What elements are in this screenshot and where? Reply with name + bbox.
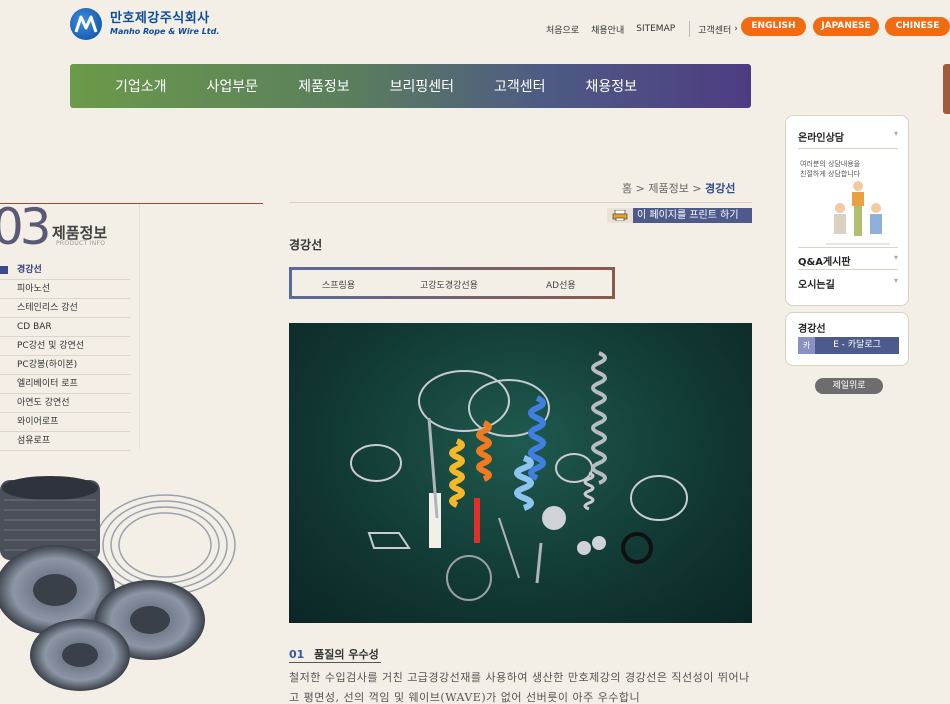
side-item-pc-bar[interactable]: PC강봉(하이본) [0,356,130,375]
qa-board-label: Q&A게시판 [798,257,851,268]
company-name-ko: 만호제강주식회사 [110,11,210,26]
chinese-button[interactable]: CHINESE [885,17,950,36]
print-button[interactable]: 이 페이지를 프린트 하기 [607,208,752,223]
product-tabs: 스프링용 고강도경강선용 AD선용 [289,267,615,299]
company-logo[interactable]: 만호제강주식회사 Manho Rope & Wire Ltd. [70,8,219,40]
catalog-title: 경강선 [798,324,826,335]
customer-center-link[interactable]: 고객센터 [698,23,731,36]
consult-desc-line1: 여러분의 상담내용을 [800,160,861,168]
online-consult-label: 온라인상담 [798,133,844,144]
side-item-piano-wire[interactable]: 피아노선 [0,280,130,299]
back-to-top-button[interactable]: 제일위로 [815,378,883,394]
catalog-widget: 경강선 카 E - 카달로그 [785,312,909,366]
catalog-icon: 카 [798,337,815,354]
divider [798,148,898,149]
consult-description: 여러분의 상담내용을 친절하게 상담합니다 [800,159,860,179]
breadcrumb-sep: > [692,182,702,195]
qa-board-link[interactable]: Q&A게시판 ▾ [798,253,898,268]
print-label: 이 페이지를 프린트 하기 [637,210,739,221]
sitemap-link[interactable]: SITEMAP [636,24,675,34]
tab-ad-wire[interactable]: AD선용 [546,278,576,291]
breadcrumb-home[interactable]: 홈 [622,182,632,195]
side-item-stainless-wire[interactable]: 스테인리스 강선 [0,299,130,318]
main-nav: 기업소개 사업부문 제품정보 브리핑센터 고객센터 채용정보 [70,64,751,108]
divider [798,247,898,248]
directions-link[interactable]: 오시는길 ▾ [798,276,898,291]
nav-company[interactable]: 기업소개 [115,76,167,96]
side-item-elevator-rope[interactable]: 엘리베이터 로프 [0,375,130,394]
nav-customer[interactable]: 고객센터 [494,76,546,96]
point-underline [289,662,381,663]
e-catalog-label: E - 카달로그 [833,340,881,350]
divider [798,269,898,270]
breadcrumb-rule [289,202,752,203]
page-title: 경강선 [289,238,323,252]
point-paragraph: 철저한 수입검사를 거친 고급경강선재를 사용하여 생산한 만호제강의 경강선은… [289,671,750,704]
nav-products[interactable]: 제품정보 [298,76,350,96]
online-consult-link[interactable]: 온라인상담 ▾ [798,129,898,144]
side-menu: 경강선 피아노선 스테인리스 강선 CD BAR PC강선 및 강연선 PC강봉… [0,261,130,451]
english-button[interactable]: ENGLISH [741,17,806,36]
consult-widget: 온라인상담 ▾ 여러분의 상담내용을 친절하게 상담합니다 Q&A게시판 ▾ 오… [785,115,909,306]
wire-coil-image [0,476,236,691]
sidebar-divider [139,204,140,449]
top-links: 처음으로 채용안내 SITEMAP 고객센터 › [546,21,738,37]
side-item-wire-rope[interactable]: 와이어로프 [0,413,130,432]
chevron-down-icon: ▾ [893,253,898,262]
side-item-galvanized-strand[interactable]: 아연도 강연선 [0,394,130,413]
printer-icon [607,208,633,223]
e-catalog-button[interactable]: 카 E - 카달로그 [798,337,899,354]
company-name-en: Manho Rope & Wire Ltd. [110,27,220,36]
product-photo [289,323,752,623]
nav-briefing[interactable]: 브리핑센터 [390,76,454,96]
nav-business[interactable]: 사업부문 [207,76,259,96]
tab-spring[interactable]: 스프링용 [322,278,355,291]
breadcrumb: 홈 > 제품정보 > 경강선 [622,180,735,196]
chevron-down-icon: ▾ [893,276,898,285]
tab-high-strength[interactable]: 고강도경강선용 [420,278,478,291]
nav-recruit[interactable]: 채용정보 [586,76,638,96]
breadcrumb-parent[interactable]: 제품정보 [648,182,688,195]
chevron-right-icon: › [734,24,738,34]
side-item-pc-wire-strand[interactable]: PC강선 및 강연선 [0,337,130,356]
point-number: 01 [289,648,305,661]
logo-mark-icon [70,8,102,40]
recruit-link[interactable]: 채용안내 [591,23,624,36]
japanese-button[interactable]: JAPANESE [813,17,879,36]
side-item-cd-bar[interactable]: CD BAR [0,318,130,337]
directions-label: 오시는길 [798,280,835,291]
breadcrumb-current: 경강선 [705,182,736,195]
side-item-fiber-rope[interactable]: 섬유로프 [0,432,130,451]
breadcrumb-sep: > [635,182,645,195]
section-subtitle: PRODUCT INFO [56,240,106,247]
side-item-hard-steel-wire[interactable]: 경강선 [0,261,130,280]
point-heading: 품질의 우수성 [314,648,379,661]
home-link[interactable]: 처음으로 [546,23,579,36]
section-number: 03 [0,198,52,256]
point-title: 01 품질의 우수성 [289,646,379,662]
consult-people-illustration [826,181,890,245]
chevron-down-icon: ▾ [893,129,898,138]
side-tab-handle[interactable] [943,64,950,114]
divider [689,21,691,37]
